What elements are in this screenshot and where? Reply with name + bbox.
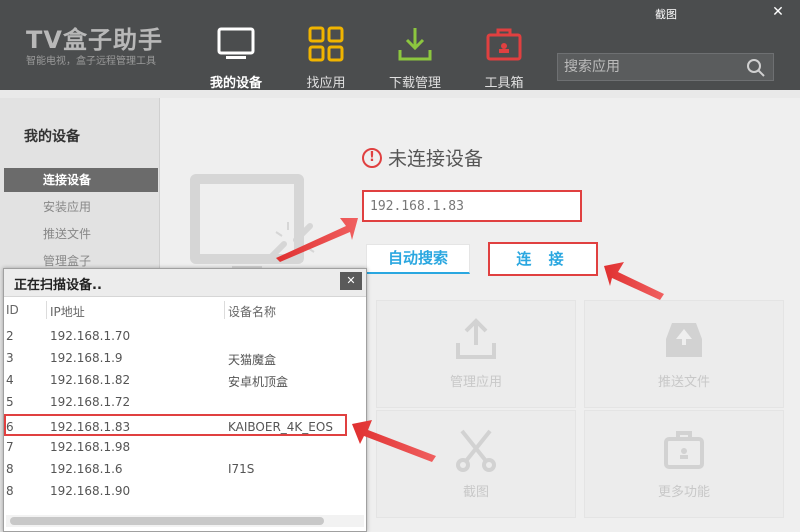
broken-link-icon [267, 222, 315, 262]
row-ip: 192.168.1.82 [50, 373, 131, 387]
sidebar-item-install-apps[interactable]: 安装应用 [4, 195, 158, 219]
dialog-title: 正在扫描设备.. [14, 278, 102, 293]
scan-devices-dialog: 正在扫描设备.. ✕ ID IP地址 设备名称 2 192.168.1.70 3… [3, 268, 367, 532]
app-name: TV盒子助手 [26, 26, 163, 54]
row-ip: 192.168.1.6 [50, 462, 123, 476]
search-input[interactable] [558, 54, 738, 80]
row-device-name: 安卓机顶盒 [228, 375, 289, 389]
nav-toolbox[interactable]: 工具箱 [464, 20, 544, 91]
column-divider [46, 301, 47, 319]
nav-label: 工具箱 [484, 76, 524, 91]
status-text: 未连接设备 [388, 148, 484, 170]
inbox-icon [660, 315, 708, 363]
row-ip: 192.168.1.70 [50, 329, 131, 343]
table-row-highlighted[interactable]: 6 192.168.1.83 KAIBOER_4K_EOS [4, 414, 347, 436]
window-title: 截图 [655, 8, 677, 21]
tile-label: 推送文件 [657, 375, 710, 390]
nav-find-apps[interactable]: 找应用 [286, 20, 366, 91]
table-row[interactable]: 4 192.168.1.82 安卓机顶盒 [4, 369, 366, 391]
row-id: 8 [6, 462, 14, 476]
row-ip: 192.168.1.9 [50, 351, 123, 365]
nav-label: 找应用 [306, 76, 346, 91]
sidebar-item-connect-device[interactable]: 连接设备 [4, 168, 158, 192]
horizontal-scrollbar-thumb[interactable] [10, 517, 324, 525]
dialog-close-button[interactable]: ✕ [340, 272, 362, 290]
row-id: 6 [6, 420, 14, 434]
row-device-name: I71S [228, 462, 255, 476]
column-header-ip[interactable]: IP地址 [50, 303, 85, 320]
row-id: 5 [6, 395, 14, 409]
tile-label: 截图 [462, 485, 489, 500]
warning-icon: ! [362, 147, 382, 168]
row-ip: 192.168.1.90 [50, 484, 131, 498]
row-ip: 192.168.1.98 [50, 440, 131, 454]
table-row[interactable]: 2 192.168.1.70 [4, 325, 366, 347]
search-icon[interactable] [745, 57, 767, 79]
row-id: 7 [6, 440, 14, 454]
auto-search-button[interactable]: 自动搜索 [366, 244, 470, 274]
app-header: TV盒子助手 智能电视，盒子远程管理工具 我的设备 找应用 下载管理 工具箱 截… [0, 0, 800, 91]
column-divider [224, 301, 225, 319]
tile-label: 管理应用 [449, 375, 502, 390]
app-subtitle: 智能电视，盒子远程管理工具 [26, 56, 156, 67]
tile-push-files[interactable]: 推送文件 [584, 300, 784, 408]
window-close-button[interactable]: ✕ [762, 3, 794, 21]
row-ip: 192.168.1.72 [50, 395, 131, 409]
table-row[interactable]: 3 192.168.1.9 天猫魔盒 [4, 347, 366, 369]
tile-screenshot[interactable]: 截图 [376, 410, 576, 518]
column-header-id[interactable]: ID [6, 303, 19, 317]
table-row[interactable]: 8 192.168.1.90 [4, 480, 366, 502]
row-id: 4 [6, 373, 14, 387]
upload-icon [452, 315, 500, 363]
grid-icon [306, 24, 346, 64]
column-header-device-name[interactable]: 设备名称 [228, 303, 276, 320]
sidebar-item-push-files[interactable]: 推送文件 [4, 222, 158, 246]
row-id: 2 [6, 329, 14, 343]
nav-label: 下载管理 [388, 76, 441, 91]
connection-status: ! 未连接设备 [362, 144, 483, 171]
nav-download-manager[interactable]: 下载管理 [375, 20, 455, 91]
tv-icon [216, 24, 256, 64]
row-device-name: KAIBOER_4K_EOS [228, 420, 333, 434]
table-row[interactable]: 5 192.168.1.72 [4, 391, 366, 413]
table-row[interactable]: 7 192.168.1.98 [4, 436, 366, 458]
scissors-icon [452, 425, 500, 473]
connect-button[interactable]: 连 接 [488, 242, 598, 276]
table-row[interactable]: 8 192.168.1.6 I71S [4, 458, 366, 480]
sidebar-title: 我的设备 [24, 129, 80, 145]
ip-address-input[interactable] [362, 190, 582, 222]
tile-manage-apps[interactable]: 管理应用 [376, 300, 576, 408]
download-icon [395, 24, 435, 64]
row-device-name: 天猫魔盒 [228, 353, 277, 367]
dialog-header: 正在扫描设备.. ✕ [4, 269, 366, 297]
toolbox-icon [484, 24, 524, 64]
tile-more-functions[interactable]: 更多功能 [584, 410, 784, 518]
row-ip: 192.168.1.83 [50, 420, 131, 434]
tile-label: 更多功能 [657, 485, 710, 500]
nav-my-devices[interactable]: 我的设备 [196, 20, 276, 91]
row-id: 3 [6, 351, 14, 365]
nav-label: 我的设备 [209, 76, 262, 91]
briefcase-icon [660, 425, 708, 473]
search-box [557, 53, 774, 81]
row-id: 8 [6, 484, 14, 498]
